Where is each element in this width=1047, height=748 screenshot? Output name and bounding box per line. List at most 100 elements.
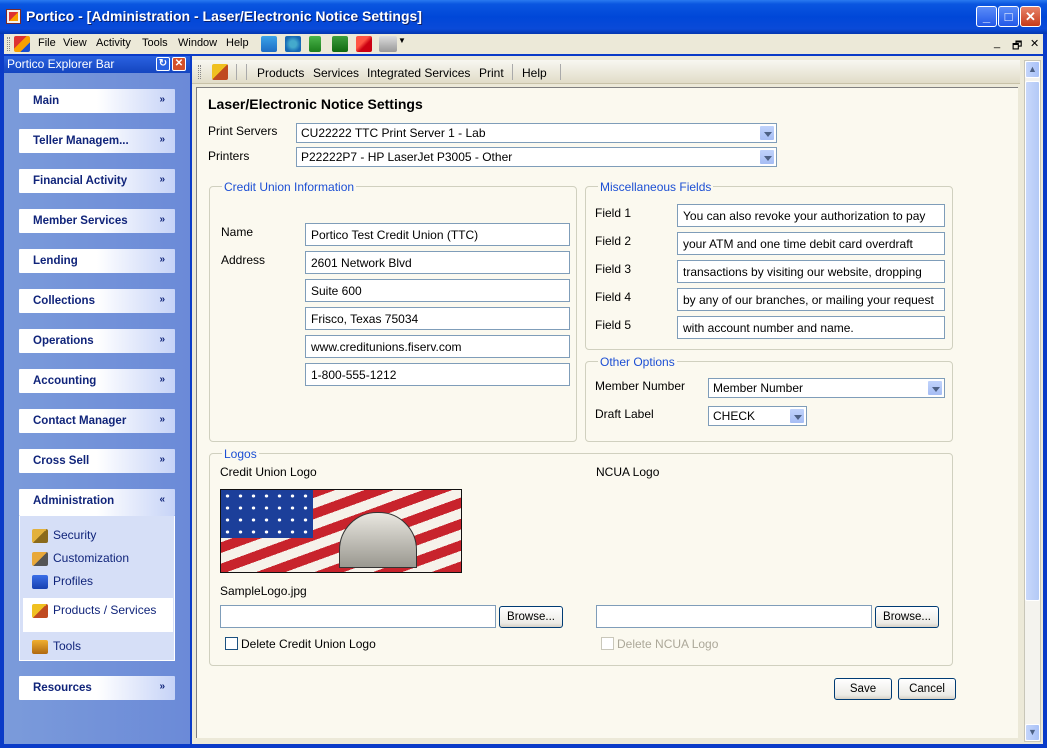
group-collections[interactable]: Collections » [19, 289, 175, 313]
tab-bar: Products Services Integrated Services Pr… [192, 60, 1020, 84]
other-options-group: Other Options Member Number Member Numbe… [585, 355, 953, 442]
mdi-minimize-button[interactable]: _ [994, 37, 1000, 49]
admin-item-customization[interactable]: Customization [32, 551, 129, 566]
field-1-input[interactable]: You can also revoke your authorization t… [677, 204, 945, 227]
group-main[interactable]: Main » [19, 89, 175, 113]
field-2-input[interactable]: your ATM and one time debit card overdra… [677, 232, 945, 255]
minimize-button[interactable]: _ [976, 6, 997, 27]
tab-services[interactable]: Services [313, 66, 359, 80]
logos-group: Logos Credit Union Logo NCUA Logo Sample… [209, 447, 953, 666]
member-number-select[interactable]: Member Number [708, 378, 945, 398]
scroll-up-button[interactable]: ▲ [1025, 61, 1040, 78]
printers-select[interactable]: P22222P7 - HP LaserJet P3005 - Other [296, 147, 777, 167]
tab-products[interactable]: Products [257, 66, 304, 80]
tab-help[interactable]: Help [522, 66, 547, 80]
draft-label-select[interactable]: CHECK [708, 406, 807, 426]
cash-drawer-icon[interactable] [332, 36, 348, 52]
ncua-logo-browse-button[interactable]: Browse... [875, 606, 939, 628]
group-contact-manager[interactable]: Contact Manager » [19, 409, 175, 433]
address-line-1-field[interactable]: 2601 Network Blvd [305, 251, 570, 274]
group-cross-sell[interactable]: Cross Sell » [19, 449, 175, 473]
printer-icon[interactable] [379, 36, 397, 52]
vertical-scrollbar[interactable]: ▲ ▼ [1024, 60, 1041, 742]
member-number-label: Member Number [595, 379, 686, 393]
chevron-down-icon: » [159, 294, 165, 305]
tab-print[interactable]: Print [479, 66, 504, 80]
menu-view[interactable]: View [63, 37, 87, 49]
printer-dropdown-icon[interactable]: ▼ [398, 36, 406, 45]
products-services-icon[interactable] [212, 64, 228, 80]
group-operations[interactable]: Operations » [19, 329, 175, 353]
admin-item-label: Profiles [53, 574, 94, 588]
money-icon[interactable] [309, 36, 321, 52]
group-member-services[interactable]: Member Services » [19, 209, 175, 233]
mdi-close-button[interactable]: ✕ [1030, 37, 1039, 50]
cu-logo-path-input[interactable] [220, 605, 496, 628]
group-label: Main [33, 95, 60, 107]
link-icon[interactable] [285, 36, 301, 52]
delete-ncua-logo-label: Delete NCUA Logo [617, 637, 719, 651]
field-5-input[interactable]: with account number and name. [677, 316, 945, 339]
title-bar[interactable]: Portico - [Administration - Laser/Electr… [0, 0, 1047, 34]
close-button[interactable]: ✕ [1020, 6, 1041, 27]
portico-menu-icon[interactable] [14, 36, 30, 52]
admin-item-profiles[interactable]: Profiles [32, 574, 93, 589]
misc-fields-group: Miscellaneous Fields Field 1 You can als… [585, 180, 953, 350]
chevron-down-icon[interactable] [759, 149, 775, 165]
separator [512, 64, 513, 80]
admin-item-products-services[interactable]: Products / Services [23, 598, 173, 632]
mdi-restore-button[interactable]: 🗗 [1012, 37, 1022, 56]
group-financial-activity[interactable]: Financial Activity » [19, 169, 175, 193]
admin-item-tools[interactable]: Tools [32, 639, 81, 654]
group-resources[interactable]: Resources » [19, 676, 175, 700]
delete-ncua-logo-checkbox[interactable] [601, 637, 614, 650]
delete-cu-logo-checkbox[interactable] [225, 637, 238, 650]
website-field[interactable]: www.creditunions.fiserv.com [305, 335, 570, 358]
page-title: Laser/Electronic Notice Settings [208, 96, 423, 112]
menu-help[interactable]: Help [226, 37, 249, 49]
menu-activity[interactable]: Activity [96, 37, 131, 49]
redo-arrow-icon[interactable] [356, 36, 372, 52]
explorer-close-button[interactable]: ✕ [172, 57, 186, 71]
scroll-down-button[interactable]: ▼ [1025, 724, 1040, 741]
group-administration[interactable]: Administration « [19, 489, 175, 516]
field-4-input[interactable]: by any of our branches, or mailing your … [677, 288, 945, 311]
name-field[interactable]: Portico Test Credit Union (TTC) [305, 223, 570, 246]
print-servers-select[interactable]: CU22222 TTC Print Server 1 - Lab [296, 123, 777, 143]
group-lending[interactable]: Lending » [19, 249, 175, 273]
window-title: Portico - [Administration - Laser/Electr… [26, 8, 422, 24]
main-area: Products Services Integrated Services Pr… [192, 56, 1043, 744]
cancel-button[interactable]: Cancel [898, 678, 956, 700]
explorer-pin-icon[interactable]: ↻ [156, 57, 170, 71]
chevron-down-icon: » [159, 414, 165, 425]
maximize-button[interactable]: □ [998, 6, 1019, 27]
admin-item-security[interactable]: Security [32, 528, 96, 543]
tab-grip[interactable] [198, 65, 201, 79]
delete-cu-logo-label: Delete Credit Union Logo [241, 637, 376, 651]
scroll-thumb[interactable] [1025, 81, 1040, 601]
chevron-down-icon[interactable] [789, 408, 805, 424]
menu-bar: File View Activity Tools Window Help ▼ _… [4, 34, 1043, 54]
address-line-3-field[interactable]: Frisco, Texas 75034 [305, 307, 570, 330]
menu-file[interactable]: File [38, 37, 56, 49]
group-accounting[interactable]: Accounting » [19, 369, 175, 393]
phone-field[interactable]: 1-800-555-1212 [305, 363, 570, 386]
cu-logo-browse-button[interactable]: Browse... [499, 606, 563, 628]
chevron-down-icon[interactable] [759, 125, 775, 141]
name-label: Name [221, 225, 254, 239]
menu-window[interactable]: Window [178, 37, 217, 49]
app-icon[interactable] [6, 9, 21, 24]
field-3-input[interactable]: transactions by visiting our website, dr… [677, 260, 945, 283]
menu-grip[interactable] [7, 37, 10, 51]
tab-integrated-services[interactable]: Integrated Services [367, 66, 470, 80]
menu-tools[interactable]: Tools [142, 37, 168, 49]
address-line-2-field[interactable]: Suite 600 [305, 279, 570, 302]
address-label: Address [221, 253, 266, 267]
misc-fields-legend: Miscellaneous Fields [598, 180, 714, 194]
chevron-down-icon: » [159, 681, 165, 692]
network-icon[interactable] [261, 36, 277, 52]
save-button[interactable]: Save [834, 678, 892, 700]
chevron-down-icon[interactable] [927, 380, 943, 396]
ncua-logo-path-input[interactable] [596, 605, 872, 628]
group-teller-management[interactable]: Teller Managem... » [19, 129, 175, 153]
